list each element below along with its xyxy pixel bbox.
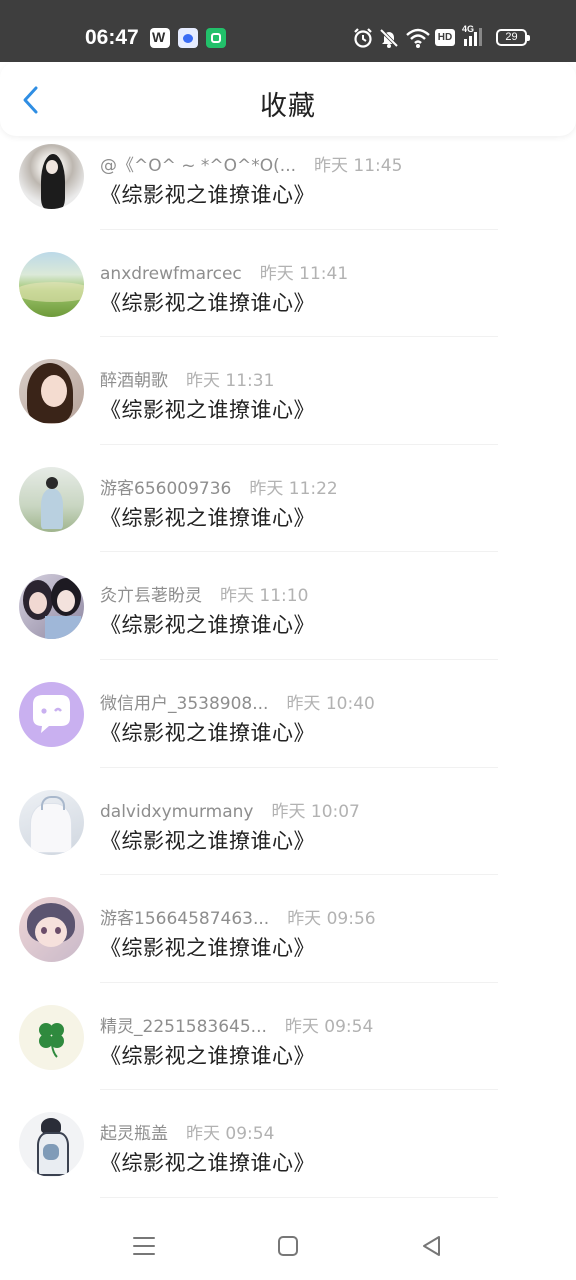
book-title[interactable]: 《综影视之谁撩谁心》 [100,932,315,962]
timestamp: 昨天 09:54 [186,1124,275,1145]
item-meta: 游客15664587463... 昨天 09:56 [100,904,376,930]
list-item[interactable]: 游客656009736 昨天 11:22 《综影视之谁撩谁心》 [0,461,576,569]
avatar[interactable] [19,144,84,209]
list-item[interactable]: @《^O^ ~ *^O^*O(... 昨天 11:45 《综影视之谁撩谁心》 [0,138,576,246]
list-item[interactable]: 灸亣镸荖盼灵 昨天 11:10 《综影视之谁撩谁心》 [0,568,576,676]
divider [100,766,498,768]
timestamp: 昨天 11:22 [249,478,338,499]
list-item[interactable]: anxdrewfmarcec 昨天 11:41 《综影视之谁撩谁心》 [0,246,576,354]
status-bar: 06:47 HD 4G 29 [0,0,576,62]
network-type: 4G [462,24,475,34]
item-meta: dalvidxymurmany 昨天 10:07 [100,797,360,822]
avatar[interactable] [19,1004,84,1070]
timestamp: 昨天 11:45 [314,156,403,176]
home-square-icon [278,1236,298,1256]
avatar[interactable] [19,789,84,855]
book-title[interactable]: 《综影视之谁撩谁心》 [100,394,315,424]
back-triangle-icon [423,1236,440,1256]
avatar[interactable] [19,897,84,963]
item-meta: anxdrewfmarcec 昨天 11:41 [100,259,349,284]
status-time: 06:47 [85,26,139,49]
timestamp: 昨天 11:10 [220,586,309,607]
book-title[interactable]: 《综影视之谁撩谁心》 [100,1147,315,1177]
divider [100,658,498,660]
avatar[interactable] [19,574,84,640]
user-name: anxdrewfmarcec [100,263,242,284]
list-item[interactable]: 微信用户_3538908... 昨天 10:40 《综影视之谁撩谁心》 [0,676,576,784]
user-name: 游客656009736 [100,478,232,499]
wifi-icon [406,28,430,48]
divider [100,551,498,553]
book-title[interactable]: 《综影视之谁撩谁心》 [100,179,315,209]
book-title[interactable]: 《综影视之谁撩谁心》 [100,825,315,855]
divider [100,981,498,983]
list-item[interactable]: dalvidxymurmany 昨天 10:07 《综影视之谁撩谁心》 [0,784,576,892]
list-item[interactable]: 精灵_2251583645... 昨天 09:54 《综影视之谁撩谁心》 [0,999,576,1107]
book-title[interactable]: 《综影视之谁撩谁心》 [100,717,315,747]
divider [100,1196,498,1198]
item-meta: 精灵_2251583645... 昨天 09:54 [100,1012,374,1037]
alarm-icon [354,28,372,48]
book-title[interactable]: 《综影视之谁撩谁心》 [100,609,315,639]
book-title[interactable]: 《综影视之谁撩谁心》 [100,287,315,317]
shopping-app-icon [206,28,226,48]
baidu-paw-icon [178,28,198,48]
timestamp: 昨天 09:54 [284,1016,374,1037]
item-meta: 起灵瓶盖 昨天 09:54 [100,1119,275,1145]
wps-icon [150,28,170,48]
timestamp: 昨天 11:31 [186,371,275,392]
item-meta: 游客656009736 昨天 11:22 [100,474,338,499]
divider [100,443,498,445]
home-button[interactable] [274,1232,302,1260]
item-meta: 醉酒朝歌 昨天 11:31 [100,366,275,392]
chat-bubble-icon [33,694,70,733]
list-item[interactable]: 醉酒朝歌 昨天 11:31 《综影视之谁撩谁心》 [0,353,576,461]
page-title: 收藏 [260,91,316,122]
clover-icon [39,1022,64,1058]
list-item[interactable]: 游客15664587463... 昨天 09:56 《综影视之谁撩谁心》 [0,891,576,999]
user-name: 精灵_2251583645... [100,1016,267,1037]
user-name: dalvidxymurmany [100,801,254,822]
system-nav-bar [0,1210,576,1280]
user-name: 微信用户_3538908... [100,693,269,714]
user-name: 醉酒朝歌 [100,371,168,392]
header-bar: 收藏 [0,62,576,136]
book-title[interactable]: 《综影视之谁撩谁心》 [100,502,315,532]
menu-button[interactable] [130,1232,158,1260]
book-title[interactable]: 《综影视之谁撩谁心》 [100,1040,315,1070]
user-name: @《^O^ ~ *^O^*O(... [100,156,297,176]
divider [100,874,498,876]
divider [100,336,498,338]
avatar[interactable] [19,1112,84,1178]
hd-icon: HD [435,29,455,46]
back-nav-button[interactable] [418,1232,446,1260]
item-meta: 微信用户_3538908... 昨天 10:40 [100,689,375,714]
battery-icon: 29 [496,29,530,46]
list-item[interactable]: 起灵瓶盖 昨天 09:54 《综影视之谁撩谁心》 [0,1106,576,1214]
user-name: 起灵瓶盖 [100,1124,168,1145]
user-name: 灸亣镸荖盼灵 [100,586,202,607]
divider [100,228,498,230]
timestamp: 昨天 10:40 [286,693,375,714]
avatar[interactable] [19,681,84,747]
divider [100,1089,498,1091]
item-meta: @《^O^ ~ *^O^*O(... 昨天 11:45 [100,151,403,176]
avatar[interactable] [19,251,84,317]
avatar[interactable] [19,359,84,425]
user-name: 游客15664587463... [100,909,270,930]
timestamp: 昨天 09:56 [287,909,376,930]
menu-icon [133,1237,155,1255]
timestamp: 昨天 10:07 [271,801,360,822]
item-meta: 灸亣镸荖盼灵 昨天 11:10 [100,581,309,607]
avatar[interactable] [19,466,84,532]
timestamp: 昨天 11:41 [259,263,349,284]
mute-icon [379,28,399,48]
favorites-list: @《^O^ ~ *^O^*O(... 昨天 11:45 《综影视之谁撩谁心》 an… [0,138,576,1214]
